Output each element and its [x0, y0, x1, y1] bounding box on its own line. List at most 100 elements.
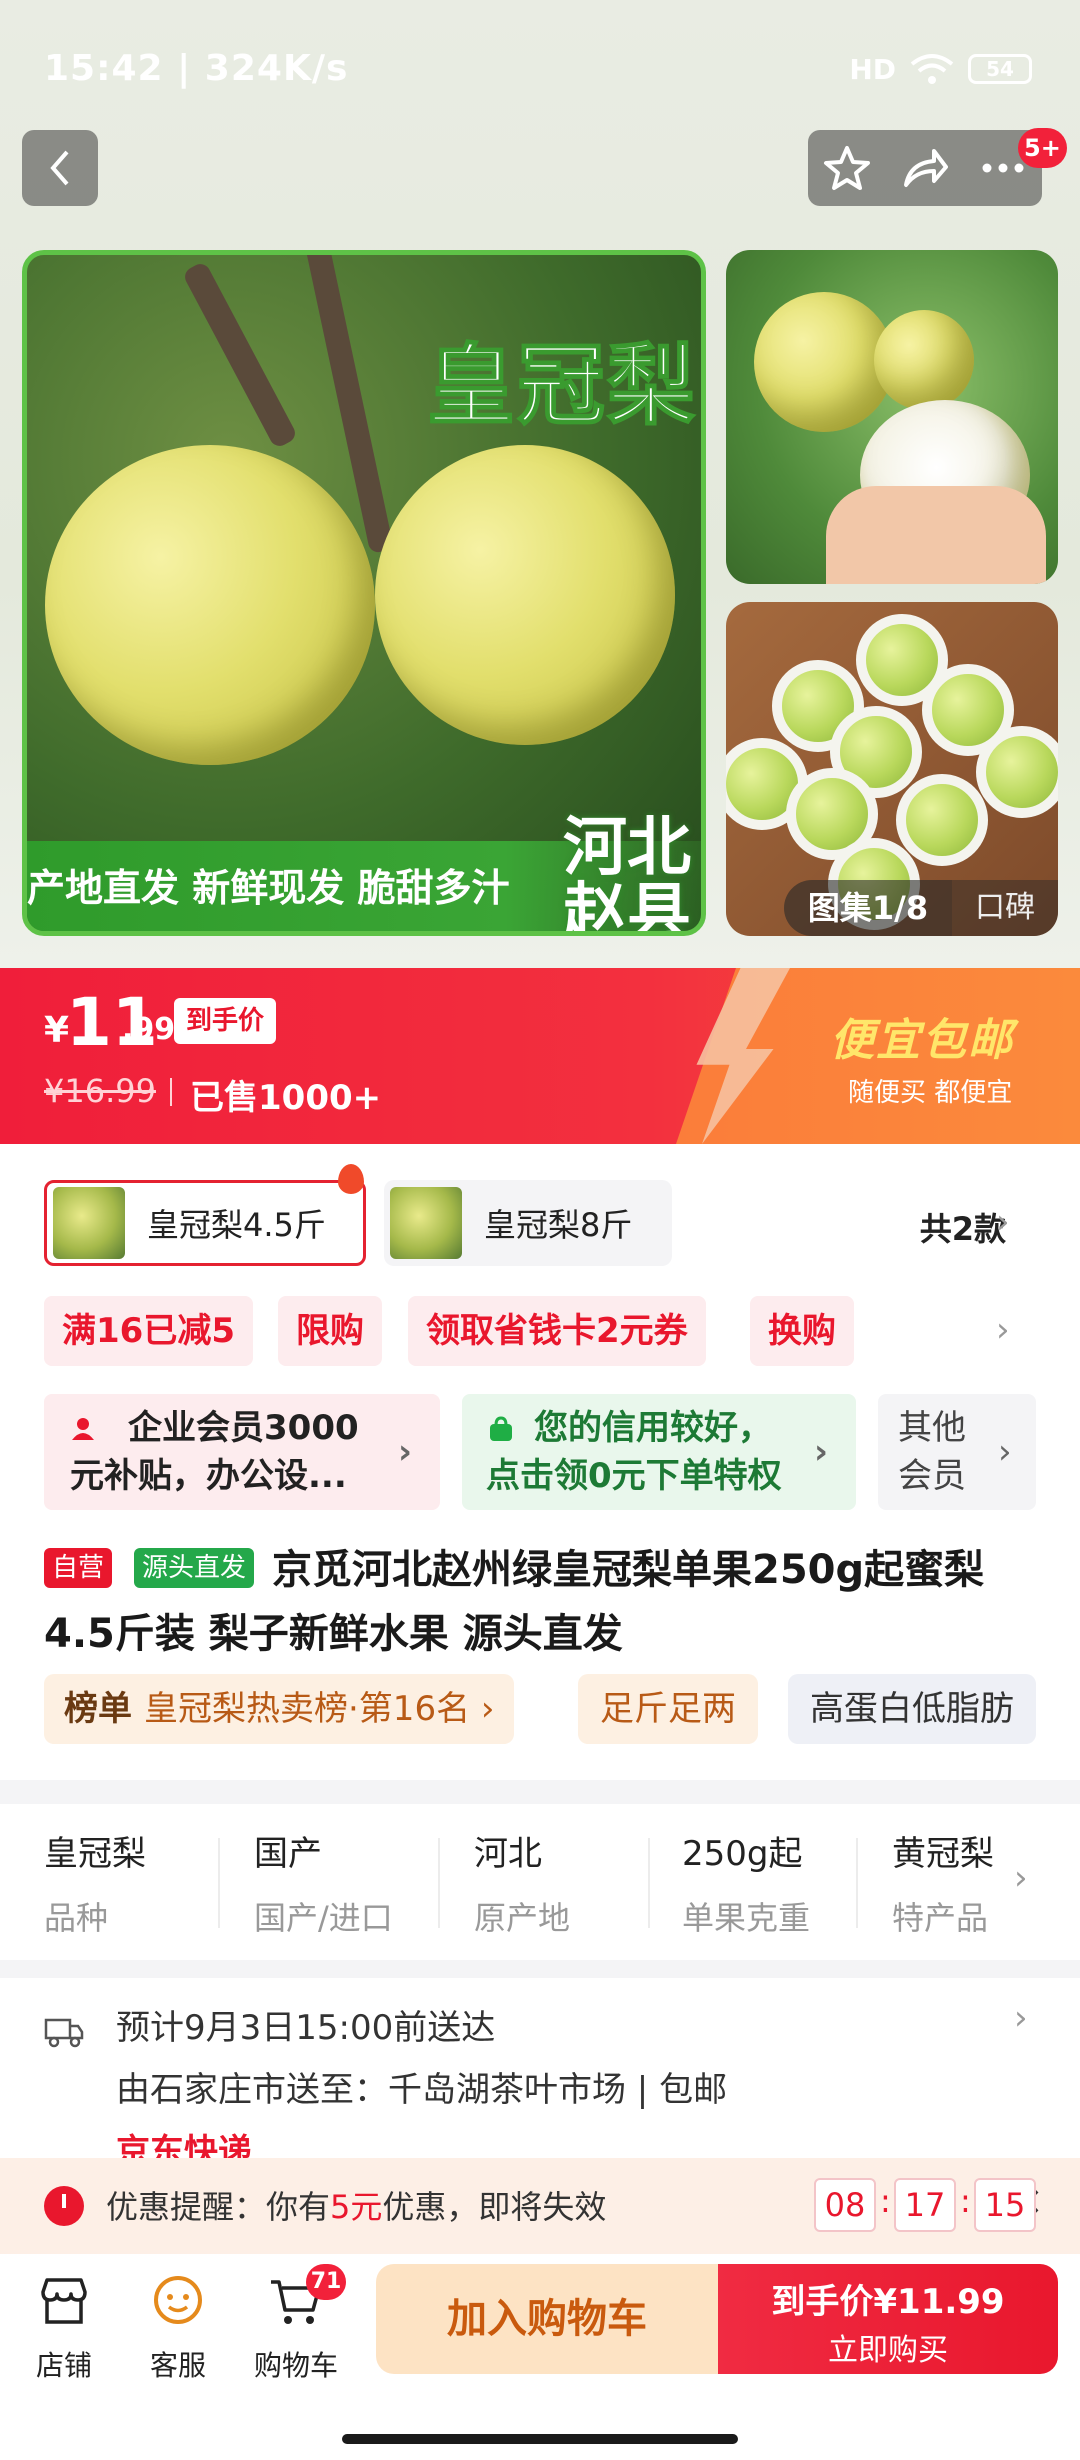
member-line-2: 点击领0元下单特权	[486, 1456, 782, 1496]
chevron-right-icon[interactable]: ›	[996, 1202, 1010, 1242]
divider	[218, 1838, 220, 1928]
truck-icon	[44, 2018, 84, 2048]
spec-origin: 河北 原产地	[474, 1826, 664, 1939]
variant-label: 皇冠梨8斤	[484, 1206, 633, 1244]
pear-right	[375, 445, 675, 745]
enterprise-member-card[interactable]: 企业会员3000 元补贴，办公设... ›	[44, 1394, 440, 1510]
spec-key: 原产地	[474, 1899, 571, 1937]
gallery-counter[interactable]: 图集1/8	[784, 880, 952, 936]
main-product-image[interactable]: 皇冠梨 产地直发 新鲜现发 脆甜多汁 河北 赵县	[22, 250, 706, 936]
add-to-cart-button[interactable]: 加入购物车	[376, 2264, 718, 2374]
coupon-exchange[interactable]: 换购	[750, 1296, 854, 1366]
variant-thumbnail	[53, 1187, 125, 1259]
coupon-discount[interactable]: 满16已减5	[44, 1296, 253, 1366]
feature-chip[interactable]: 高蛋白低脂肪	[788, 1674, 1036, 1744]
divider	[438, 1838, 440, 1928]
spec-value: 河北	[474, 1834, 542, 1874]
ranking-label: 榜单	[64, 1689, 132, 1729]
hd-signal-icon: HD	[849, 52, 896, 86]
countdown-separator: :	[960, 2182, 971, 2220]
promo-title: 便宜包邮	[830, 1015, 1014, 1066]
ranking-chip[interactable]: 榜单 皇冠梨热卖榜·第16名 ›	[44, 1674, 515, 1744]
spec-weight: 250g起 单果克重	[682, 1826, 872, 1939]
countdown-hours: 08	[814, 2178, 876, 2232]
chevron-right-icon[interactable]: ›	[1014, 1858, 1028, 1898]
reminder-suffix: 优惠，即将失效	[382, 2188, 607, 2226]
countdown-minutes: 17	[894, 2178, 956, 2232]
reminder-amount: 5元	[330, 2188, 383, 2226]
pear-left	[45, 445, 375, 765]
variant-count[interactable]: 共2款	[920, 1204, 1006, 1250]
spec-value: 250g起	[682, 1834, 803, 1874]
person-icon	[72, 1418, 94, 1440]
source-direct-badge: 源头直发	[134, 1548, 255, 1588]
buy-now-button[interactable]: 到手价¥11.99 立即购买	[718, 2264, 1058, 2374]
variant-option-selected[interactable]: 皇冠梨4.5斤	[44, 1180, 366, 1266]
price-decimal: .99	[122, 1012, 176, 1047]
origin-line-2: 赵县	[563, 877, 691, 936]
original-price: ¥16.99	[44, 1072, 156, 1110]
status-bar: 15:42 | 324K/s HD 54	[0, 0, 1080, 130]
wifi-icon	[910, 54, 954, 84]
ranking-text: 皇冠梨热卖榜·第16名 ›	[144, 1689, 495, 1729]
reminder-text: 优惠提醒：你有5元优惠，即将失效	[106, 2182, 606, 2228]
status-icons: HD 54	[849, 52, 1032, 86]
store-label: 店铺	[35, 2349, 92, 2382]
member-line-2: 会员	[898, 1456, 966, 1496]
spec-key: 国产/进口	[254, 1899, 393, 1937]
store-button[interactable]: 店铺	[14, 2272, 114, 2384]
spec-key: 品种	[44, 1899, 109, 1937]
cart-count-badge: 71	[306, 2264, 346, 2300]
variant-label: 皇冠梨4.5斤	[147, 1206, 326, 1244]
hand	[826, 486, 1046, 584]
clock-icon	[44, 2186, 84, 2226]
feature-chip[interactable]: 足斤足两	[578, 1674, 758, 1744]
status-time: 15:42 | 324K/s	[44, 48, 349, 89]
delivery-eta: 预计9月3日15:00前送达	[116, 2008, 496, 2048]
product-info-card: 皇冠梨4.5斤 皇冠梨8斤 共2款 › 满16已减5 限购 领取省钱卡2元券 换…	[0, 1144, 1080, 1780]
customer-service-button[interactable]: 客服	[128, 2272, 228, 2384]
nav-actions	[808, 130, 1042, 206]
spec-card[interactable]: 皇冠梨 品种 国产 国产/进口 河北 原产地 250g起 单果克重 黄冠梨 特产…	[0, 1804, 1080, 1960]
spec-variety: 皇冠梨 品种	[44, 1826, 234, 1939]
store-icon	[41, 2278, 87, 2324]
thumbnail-1[interactable]	[726, 250, 1058, 584]
promo-subtitle: 随便买 都便宜	[848, 1078, 1013, 1108]
star-icon[interactable]	[822, 143, 872, 193]
bag-icon	[490, 1416, 512, 1441]
cart-button[interactable]: 71 购物车	[246, 2264, 346, 2384]
reminder-prefix: 优惠提醒：你有	[106, 2188, 331, 2226]
chevron-right-icon: ›	[998, 1432, 1012, 1472]
spec-key: 单果克重	[682, 1899, 811, 1937]
boxed-pear	[896, 774, 988, 866]
chevron-right-icon: ›	[814, 1432, 829, 1472]
member-line-2: 元补贴，办公设...	[70, 1456, 347, 1496]
chevron-right-icon[interactable]: ›	[1014, 1998, 1028, 2038]
delivery-route: 由石家庄市送至：千岛湖茶叶市场 | 包邮	[116, 2070, 728, 2110]
chevron-right-icon[interactable]: ›	[996, 1310, 1010, 1350]
discount-reminder: 优惠提醒：你有5元优惠，即将失效 08 : 17 : ✕ 15	[0, 2158, 1080, 2254]
thumb-pear	[754, 292, 894, 432]
coupon-limit[interactable]: 限购	[278, 1296, 382, 1366]
photo-title: 皇冠梨	[426, 333, 698, 438]
spec-origin-type: 国产 国产/进口	[254, 1826, 444, 1939]
customer-service-label: 客服	[149, 2349, 206, 2382]
fade-overlay	[990, 1804, 1080, 1960]
spec-value: 国产	[254, 1834, 322, 1874]
divider	[856, 1838, 858, 1928]
credit-member-card[interactable]: 您的信用较好， 点击领0元下单特权 ›	[462, 1394, 856, 1510]
divider	[648, 1838, 650, 1928]
variant-option[interactable]: 皇冠梨8斤	[384, 1180, 672, 1266]
gallery-review-tab[interactable]: 口碑	[952, 880, 1058, 936]
other-member-card[interactable]: 其他 会员 ›	[878, 1394, 1036, 1510]
delivery-card[interactable]: 预计9月3日15:00前送达 由石家庄市送至：千岛湖茶叶市场 | 包邮 京东快递…	[0, 1978, 1080, 2158]
member-line-1: 企业会员3000	[128, 1408, 359, 1448]
share-icon[interactable]	[900, 143, 950, 193]
home-indicator	[342, 2434, 738, 2444]
price-banner: ¥ 11 .99 到手价 ¥16.99 已售1000+ 便宜包邮 随便买 都便宜	[0, 968, 1080, 1144]
back-button[interactable]	[22, 130, 98, 206]
bottom-action-bar: 店铺 客服 71 购物车 加入购物车 到手价¥11.99 立即购买	[0, 2254, 1080, 2460]
sold-count: 已售1000+	[190, 1078, 382, 1118]
coupon-savings-card[interactable]: 领取省钱卡2元券	[408, 1296, 706, 1366]
photo-origin: 河北 赵县	[563, 815, 691, 936]
